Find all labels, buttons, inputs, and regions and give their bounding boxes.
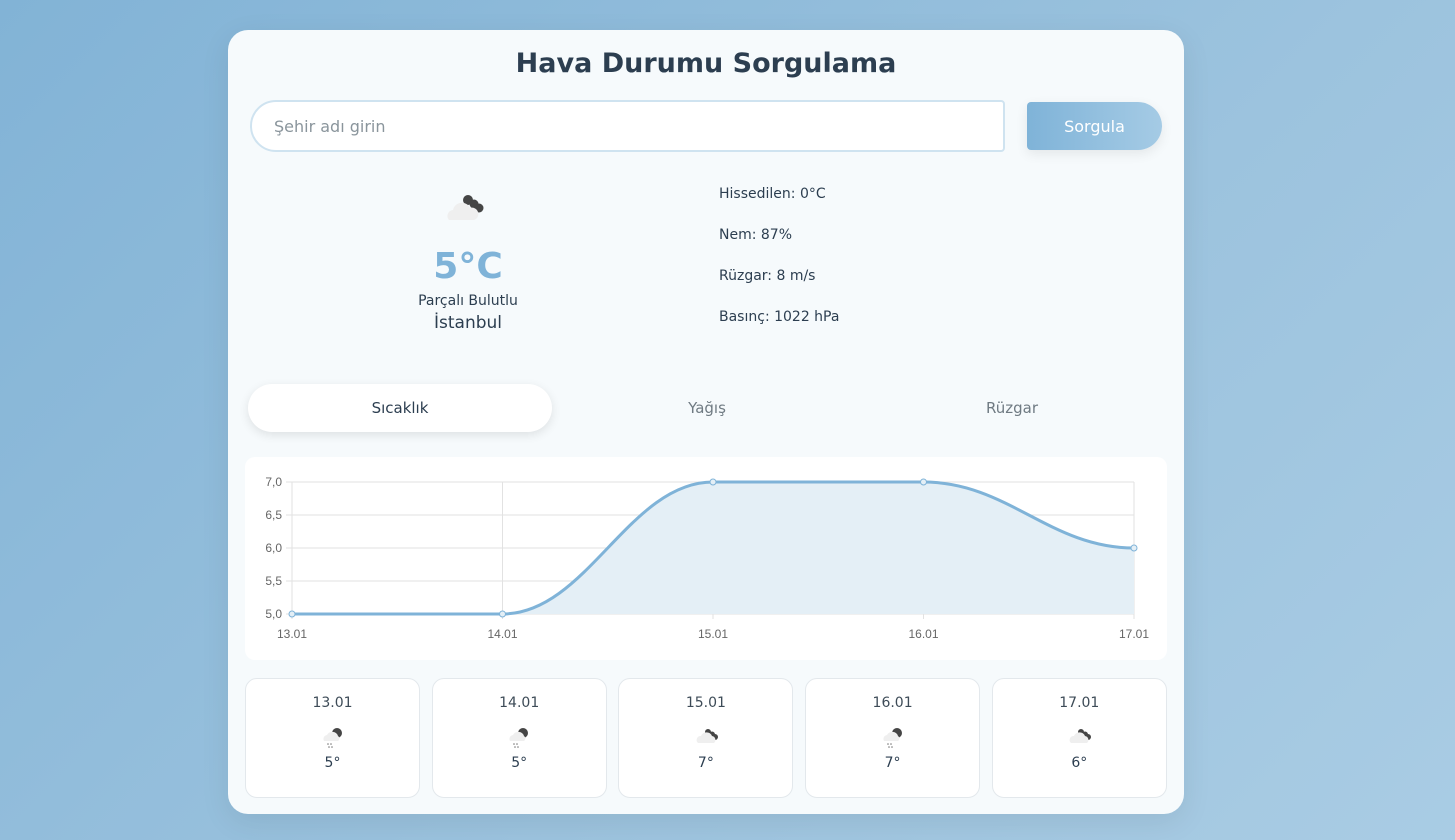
y-tick-label: 5,0	[265, 607, 282, 621]
weather-details: Hissedilen: 0°C Nem: 87% Rüzgar: 8 m/s B…	[719, 186, 839, 350]
forecast-card: 16.01 7°	[805, 678, 981, 798]
forecast-temp: 5°	[511, 755, 528, 771]
feels-like: Hissedilen: 0°C	[719, 186, 826, 202]
forecast-card: 14.01 5°	[431, 678, 607, 798]
forecast-date: 15.01	[685, 695, 726, 711]
partly-cloudy-icon	[693, 725, 719, 749]
forecast-date: 16.01	[872, 695, 913, 711]
temperature-chart: 5,0 5,5 6,0 6,5 7,0 13.01 14.01 15.01 16.01 17.01	[245, 457, 1167, 660]
partly-cloudy-icon	[447, 195, 484, 220]
data-point	[1130, 544, 1138, 552]
city-search-input[interactable]	[250, 100, 1005, 152]
tab-temperature[interactable]: Sıcaklık	[248, 384, 552, 432]
forecast-card: 17.01 6°	[991, 678, 1167, 798]
x-tick-label: 15.01	[698, 627, 728, 641]
current-temperature: 5°C	[433, 246, 503, 287]
x-tick-label: 13.01	[277, 627, 307, 641]
page-title: Hava Durumu Sorgulama	[515, 48, 897, 79]
chart-svg: 5,0 5,5 6,0 6,5 7,0 13.01 14.01 15.01 16.01 17.01	[265, 475, 1149, 641]
forecast-card: 13.01 5°	[245, 678, 420, 798]
snow-rain-icon	[320, 725, 346, 749]
partly-cloudy-icon	[1066, 725, 1092, 749]
pressure: Basınç: 1022 hPa	[719, 309, 840, 325]
data-point	[709, 478, 717, 486]
forecast-list: 13.01 5° 14.01 5° 15.01 7° 16.01 7° 17.01 6°	[245, 678, 1167, 798]
y-tick-label: 5,5	[265, 574, 282, 588]
data-point	[499, 610, 506, 618]
current-weather: 5°C Parçalı Bulutlu İstanbul	[368, 190, 568, 333]
y-tick-label: 6,5	[265, 508, 282, 522]
x-tick-label: 16.01	[908, 627, 938, 641]
forecast-temp: 5°	[324, 755, 341, 771]
forecast-date: 13.01	[312, 695, 353, 711]
snow-rain-icon	[506, 725, 532, 749]
data-point	[920, 478, 927, 486]
forecast-date: 17.01	[1059, 695, 1100, 711]
tab-wind[interactable]: Rüzgar	[860, 384, 1164, 432]
wind: Rüzgar: 8 m/s	[719, 268, 816, 284]
y-tick-label: 6,0	[265, 541, 282, 555]
humidity: Nem: 87%	[719, 227, 793, 243]
city-name: İstanbul	[433, 313, 503, 333]
forecast-temp: 7°	[697, 755, 714, 771]
tab-precipitation[interactable]: Yağış	[555, 384, 859, 432]
forecast-card: 15.01 7°	[618, 678, 794, 798]
forecast-temp: 6°	[1071, 755, 1088, 771]
x-tick-label: 17.01	[1119, 627, 1149, 641]
y-tick-label: 7,0	[265, 475, 282, 489]
data-point	[288, 610, 296, 618]
forecast-temp: 7°	[884, 755, 901, 771]
forecast-date: 14.01	[499, 695, 540, 711]
snow-rain-icon	[880, 725, 906, 749]
query-button[interactable]: Sorgula	[1027, 102, 1162, 150]
weather-description: Parçalı Bulutlu	[418, 293, 518, 309]
weather-card: Hava Durumu Sorgulama Sorgula 5°C Parçal…	[228, 30, 1184, 814]
x-tick-label: 14.01	[487, 627, 517, 641]
chart-tabs: Sıcaklık Yağış Rüzgar	[248, 384, 1168, 432]
